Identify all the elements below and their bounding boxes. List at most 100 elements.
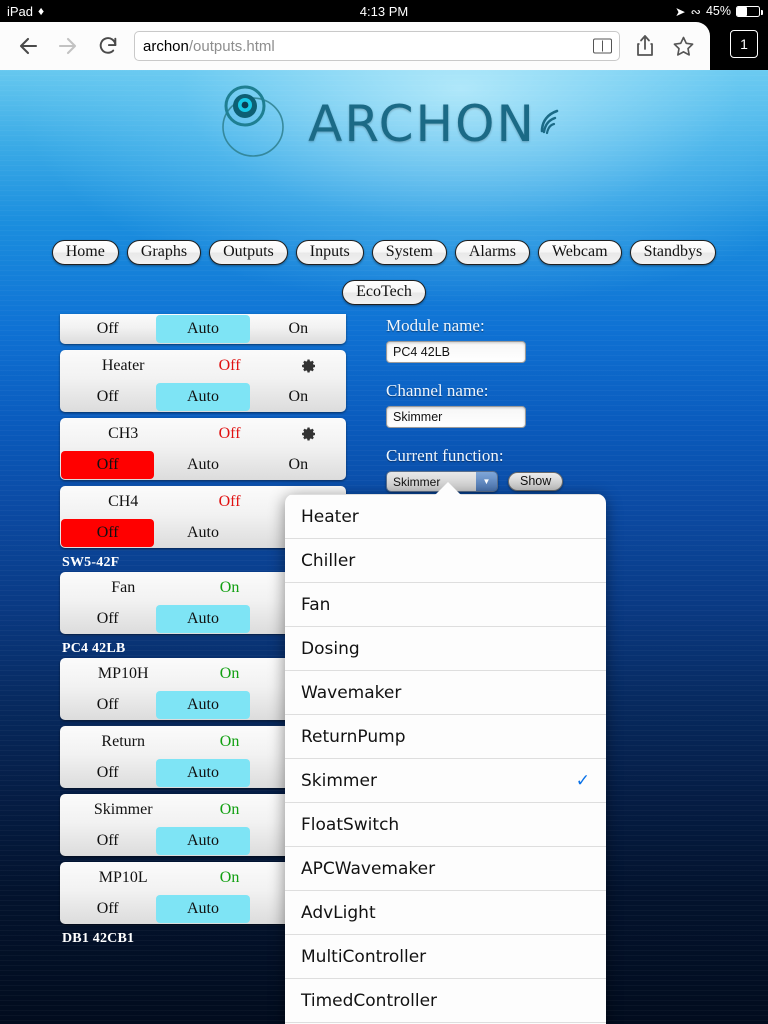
channel-name-label: Channel name: (386, 381, 489, 400)
channel-name-label: Fan (111, 579, 136, 596)
mode-button-auto[interactable]: Auto (156, 895, 250, 923)
mode-button-off[interactable]: Off (61, 827, 154, 855)
dropdown-option-label: Heater (301, 506, 359, 527)
reader-view-icon[interactable] (593, 38, 612, 54)
channel-name-label: Heater (101, 357, 145, 374)
channel-settings-form: Module name: PC4 42LB Channel name: Skim… (386, 316, 686, 492)
share-icon[interactable] (626, 24, 664, 68)
back-arrow-icon[interactable] (8, 26, 48, 66)
url-path-text: /outputs.html (188, 37, 275, 55)
module-name-label: Module name: (386, 316, 485, 335)
nav-link-inputs[interactable]: Inputs (295, 240, 364, 265)
dropdown-option[interactable]: Chiller (285, 538, 606, 582)
channel-name-label: MP10L (98, 869, 148, 886)
reload-icon[interactable] (88, 26, 128, 66)
channel-settings-button[interactable] (283, 358, 336, 374)
wifi-icon: ♦ (38, 4, 44, 18)
status-bar-right: ➤ ∾ 45% (675, 4, 763, 19)
nav-link-ecotech[interactable]: EcoTech (342, 280, 426, 305)
channel-name-label: Skimmer (93, 801, 153, 818)
dropdown-option[interactable]: ReturnPump (285, 714, 606, 758)
secondary-nav: EcoTech (0, 280, 768, 305)
battery-percent-label: 45% (705, 4, 731, 18)
mode-button-on[interactable]: On (252, 451, 345, 479)
mode-button-off[interactable]: Off (61, 895, 154, 923)
mode-button-on[interactable]: On (252, 315, 345, 343)
dropdown-option[interactable]: MultiController (285, 934, 606, 978)
dropdown-option-label: Chiller (301, 550, 356, 571)
mode-button-off[interactable]: Off (61, 383, 154, 411)
checkmark-icon: ✓ (575, 770, 590, 791)
site-logo-text: ARCHON (308, 95, 536, 153)
channel-state-label: Off (218, 493, 241, 510)
gear-icon[interactable] (301, 426, 317, 442)
safari-toolbar-inner: archon/outputs.html (0, 22, 710, 70)
channel-settings-button[interactable] (283, 426, 336, 442)
dropdown-option[interactable]: Wavemaker (285, 670, 606, 714)
bookmark-star-icon[interactable] (664, 24, 702, 68)
mode-button-off[interactable]: Off (61, 759, 154, 787)
url-input[interactable]: archon/outputs.html (134, 31, 620, 61)
channel-state-label: On (219, 665, 240, 682)
dropdown-option[interactable]: AdvLight (285, 890, 606, 934)
mode-button-off[interactable]: Off (61, 605, 154, 633)
mode-button-auto[interactable]: Auto (156, 827, 250, 855)
channel-state-label: Off (218, 425, 241, 442)
status-bar-clock: 4:13 PM (359, 3, 409, 19)
mode-button-on[interactable]: On (252, 383, 345, 411)
output-card: Heater Off Off Auto On (60, 350, 346, 412)
mode-button-auto[interactable]: Auto (156, 759, 250, 787)
mode-segmented-control: OffAutoOn (60, 382, 346, 412)
tab-count-button[interactable]: 1 (730, 30, 758, 58)
dropdown-option[interactable]: Heater (285, 494, 606, 538)
gear-icon[interactable] (301, 358, 317, 374)
nav-link-webcam[interactable]: Webcam (537, 240, 622, 265)
module-name-input[interactable]: PC4 42LB (386, 341, 526, 363)
status-bar-left: iPad ♦ (0, 4, 44, 19)
dropdown-option[interactable]: TimedController (285, 978, 606, 1022)
wifi-signal-icon (540, 109, 559, 135)
function-select-row: Skimmer ▼ Show (386, 471, 686, 492)
popover-arrow (434, 482, 462, 496)
dropdown-option-label: Dosing (301, 638, 360, 659)
output-card-partial: Off Auto On (60, 314, 346, 344)
mode-button-off[interactable]: Off (61, 691, 154, 719)
dropdown-option[interactable]: Fan (285, 582, 606, 626)
channel-name-label: MP10H (97, 665, 149, 682)
nav-link-home[interactable]: Home (51, 240, 119, 265)
dropdown-option-label: ReturnPump (301, 726, 406, 747)
mode-button-off[interactable]: Off (61, 519, 155, 547)
current-function-value: Skimmer (387, 472, 476, 491)
dropdown-option[interactable]: FloatSwitch (285, 802, 606, 846)
chevron-down-icon[interactable]: ▼ (476, 472, 497, 491)
nav-link-standbys[interactable]: Standbys (629, 240, 717, 265)
mode-button-auto[interactable]: Auto (156, 605, 250, 633)
mode-button-auto[interactable]: Auto (156, 315, 250, 343)
channel-name-label: CH3 (108, 425, 139, 442)
current-function-label: Current function: (386, 446, 504, 465)
mode-button-auto[interactable]: Auto (156, 519, 249, 547)
dropdown-option-label: AdvLight (301, 902, 376, 923)
nav-link-outputs[interactable]: Outputs (209, 240, 288, 265)
dropdown-option[interactable]: Skimmer ✓ (285, 758, 606, 802)
dropdown-option[interactable]: APCWavemaker (285, 846, 606, 890)
mode-button-auto[interactable]: Auto (156, 691, 250, 719)
nav-link-graphs[interactable]: Graphs (126, 240, 202, 265)
mode-button-off[interactable]: Off (61, 315, 154, 343)
nav-link-alarms[interactable]: Alarms (454, 240, 530, 265)
archon-logo-mark (222, 85, 284, 157)
channel-state-label: Off (218, 357, 241, 374)
channel-name-input[interactable]: Skimmer (386, 406, 526, 428)
mode-button-auto[interactable]: Auto (156, 383, 250, 411)
show-button[interactable]: Show (508, 472, 564, 491)
mode-segmented-control: OffAutoOn (60, 450, 346, 480)
output-card: CH3 Off Off Auto On (60, 418, 346, 480)
mode-button-off[interactable]: Off (61, 451, 155, 479)
forward-arrow-icon[interactable] (48, 26, 88, 66)
safari-toolbar: archon/outputs.html 1 (0, 22, 768, 70)
mode-button-auto[interactable]: Auto (156, 451, 249, 479)
ios-status-bar: iPad ♦ 4:13 PM ➤ ∾ 45% (0, 0, 768, 22)
primary-nav: Home Graphs Outputs Inputs System Alarms Webca… (0, 240, 768, 265)
nav-link-system[interactable]: System (371, 240, 447, 265)
dropdown-option[interactable]: Dosing (285, 626, 606, 670)
